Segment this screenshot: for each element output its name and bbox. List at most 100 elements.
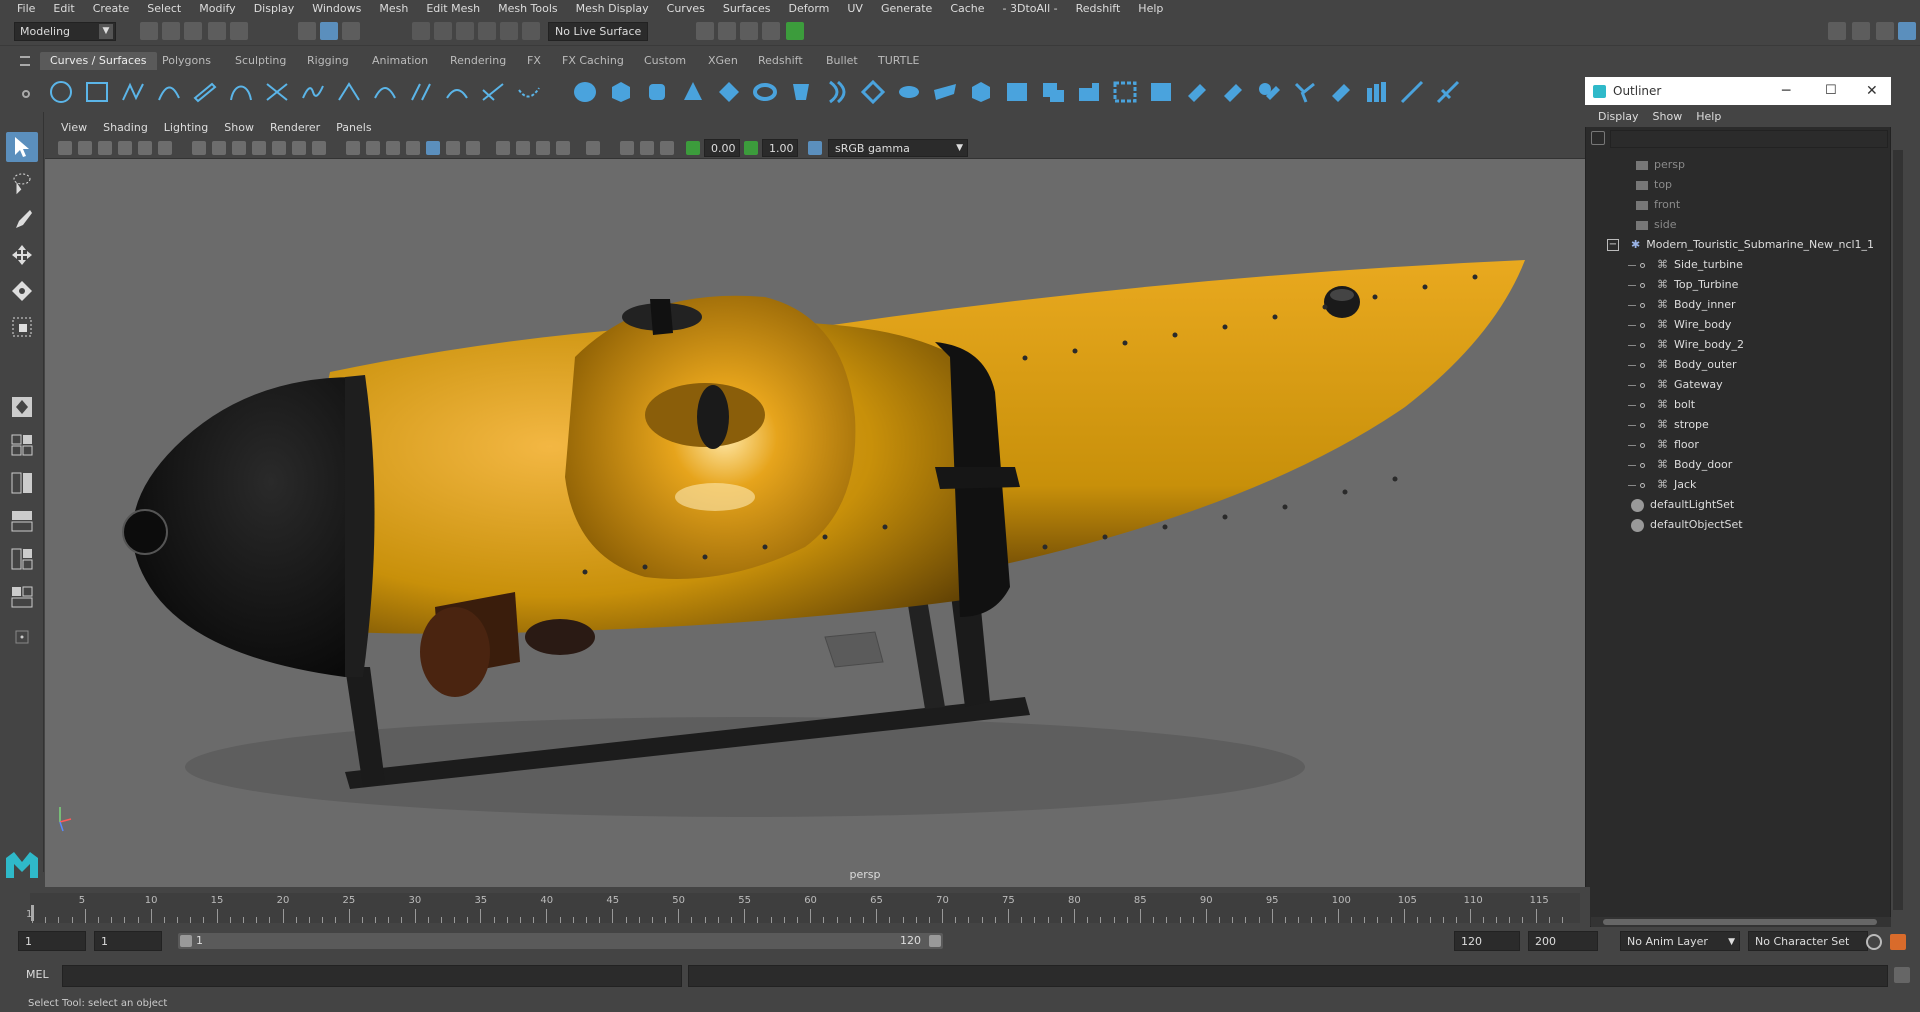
maximize-icon[interactable]: ☐ [1825,77,1837,105]
command-input[interactable] [62,965,682,987]
multisample-aa-icon[interactable] [516,141,530,155]
nurbs-circle-icon[interactable] [48,80,74,104]
snap-grid-icon[interactable] [412,22,430,40]
extrude-icon[interactable] [896,80,922,104]
resolution-gate-icon[interactable] [232,141,246,155]
paint-select-tool[interactable] [6,204,38,234]
nurbs-square-icon[interactable] [84,80,110,104]
select-component-icon[interactable] [342,22,360,40]
expand-dot-icon[interactable] [1640,282,1645,288]
detach-curves-icon[interactable] [336,80,362,104]
align-surfaces-icon[interactable] [1292,80,1318,104]
redo-icon[interactable] [230,22,248,40]
planar-icon[interactable] [860,80,886,104]
backface-culling-icon[interactable] [640,141,654,155]
outliner-item-wire-body-2[interactable]: ⌘ Wire_body_2 [1628,335,1744,355]
submarine-model[interactable] [45,117,1585,887]
outliner-item-body-outer[interactable]: ⌘ Body_outer [1628,355,1737,375]
shelf-tab-sculpting[interactable]: Sculpting [225,52,296,70]
four-view-layout[interactable] [6,430,38,460]
outliner-item-gateway[interactable]: ⌘ Gateway [1628,375,1723,395]
command-language-label[interactable]: MEL [26,968,49,981]
attribute-editor-icon[interactable] [1852,22,1870,40]
outliner-item-top[interactable]: top [1636,175,1672,195]
shelf-tab-bullet[interactable]: Bullet [816,52,868,70]
shelf-tab-xgen[interactable]: XGen [698,52,748,70]
color-management-icon[interactable] [808,141,822,155]
nurbs-cylinder-icon[interactable] [644,80,670,104]
graph-persp-layout[interactable] [6,544,38,574]
extend-curve-icon[interactable] [372,80,398,104]
outliner-search-field[interactable] [1610,130,1888,148]
render-frame-icon[interactable] [718,22,736,40]
vp-menu-show[interactable]: Show [216,121,262,134]
shadows-icon[interactable] [446,141,460,155]
cv-curve-icon[interactable] [120,80,146,104]
outliner-hscrollbar[interactable] [1591,917,1891,927]
expand-dot-icon[interactable] [1640,382,1645,388]
outliner-menu-show[interactable]: Show [1646,110,1690,123]
snap-view-icon[interactable] [478,22,496,40]
exposure-field[interactable]: 0.00 [704,139,740,157]
render-region-icon[interactable] [696,22,714,40]
safe-action-icon[interactable] [292,141,306,155]
expand-dot-icon[interactable] [1640,262,1645,268]
menu-cache[interactable]: Cache [941,0,993,18]
gamma-field[interactable]: 1.00 [762,139,798,157]
intersect-icon[interactable] [1076,80,1102,104]
expand-dot-icon[interactable] [1640,402,1645,408]
script-editor-icon[interactable] [1894,967,1910,983]
move-tool[interactable] [6,240,38,270]
outliner-item-top-turbine[interactable]: ⌘ Top_Turbine [1628,275,1738,295]
wireframe-on-shaded-icon[interactable] [386,141,400,155]
layout-menu[interactable] [6,622,38,652]
shelf-tab-curves-surfaces[interactable]: Curves / Surfaces [40,52,157,70]
gate-mask-icon[interactable] [252,141,266,155]
expand-dot-icon[interactable] [1640,342,1645,348]
menu-redshift[interactable]: Redshift [1067,0,1130,18]
outliner-persp-layout[interactable] [6,506,38,536]
birail-icon[interactable] [932,80,958,104]
shelf-tab-rigging[interactable]: Rigging [297,52,359,70]
vp-menu-shading[interactable]: Shading [95,121,156,134]
scale-tool[interactable] [6,312,38,342]
shelf-tab-rendering[interactable]: Rendering [440,52,516,70]
side-by-side-layout[interactable] [6,468,38,498]
expand-dot-icon[interactable] [1640,442,1645,448]
workspace-icon[interactable] [1828,22,1846,40]
isolate-select-icon[interactable] [556,141,570,155]
menu-display[interactable]: Display [245,0,304,18]
open-scene-icon[interactable] [162,22,180,40]
outliner-item-wire-body[interactable]: ⌘ Wire_body [1628,315,1731,335]
range-start-handle[interactable] [180,935,192,947]
smooth-shade-icon[interactable] [366,141,380,155]
image-plane-icon[interactable] [118,141,132,155]
loft-icon[interactable] [824,80,850,104]
open-close-surfaces-icon[interactable] [1328,80,1354,104]
new-scene-icon[interactable] [140,22,158,40]
square-surface-icon[interactable] [1040,80,1066,104]
detach-surfaces-icon[interactable] [1256,80,1282,104]
shelf-tab-animation[interactable]: Animation [362,52,438,70]
attach-curves-icon[interactable] [300,80,326,104]
xray-joints-icon[interactable] [620,141,634,155]
snap-pivot-icon[interactable] [522,22,540,40]
collapse-icon[interactable]: − [1607,239,1619,251]
menu-surfaces[interactable]: Surfaces [714,0,780,18]
vp-menu-renderer[interactable]: Renderer [262,121,328,134]
character-set-dropdown[interactable]: No Character Set [1748,931,1868,951]
rebuild-surface-icon[interactable] [1436,80,1462,104]
nurbs-plane-icon[interactable] [716,80,742,104]
revolve-icon[interactable] [788,80,814,104]
screen-space-ao-icon[interactable] [466,141,480,155]
menu-curves[interactable]: Curves [658,0,714,18]
hypershade-persp-layout[interactable] [6,582,38,612]
mode-selector[interactable]: Modeling ▼ [14,22,116,41]
attach-surfaces-icon[interactable] [1220,80,1246,104]
outliner-item-bolt[interactable]: ⌘ bolt [1628,395,1695,415]
ep-curve-icon[interactable] [156,80,182,104]
snap-point-icon[interactable] [456,22,474,40]
bookmark-icon[interactable] [98,141,112,155]
textured-icon[interactable] [406,141,420,155]
range-end-field[interactable]: 120 [1454,931,1520,951]
